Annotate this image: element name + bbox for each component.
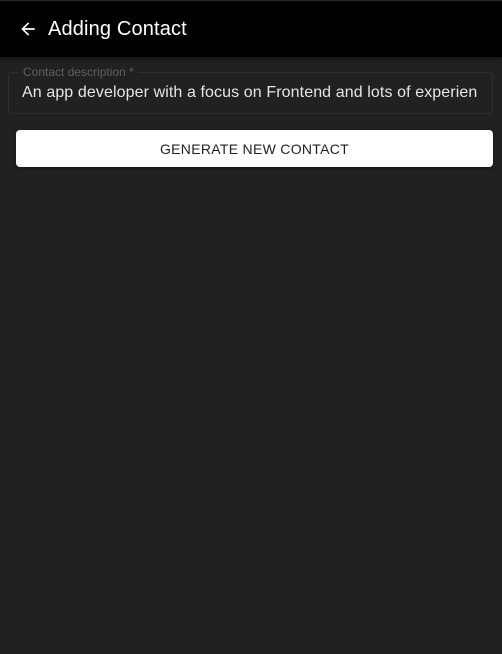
contact-description-field: Contact description * — [8, 65, 493, 114]
arrow-left-icon — [21, 22, 35, 36]
back-button[interactable] — [17, 18, 39, 40]
contact-description-input[interactable] — [22, 83, 482, 103]
page-title: Adding Contact — [48, 17, 187, 40]
app-root: Adding Contact Contact description * GEN… — [0, 0, 502, 654]
app-bar: Adding Contact — [0, 0, 502, 57]
generate-new-contact-button[interactable]: GENERATE NEW CONTACT — [16, 130, 493, 167]
contact-description-label: Contact description * — [19, 65, 138, 79]
